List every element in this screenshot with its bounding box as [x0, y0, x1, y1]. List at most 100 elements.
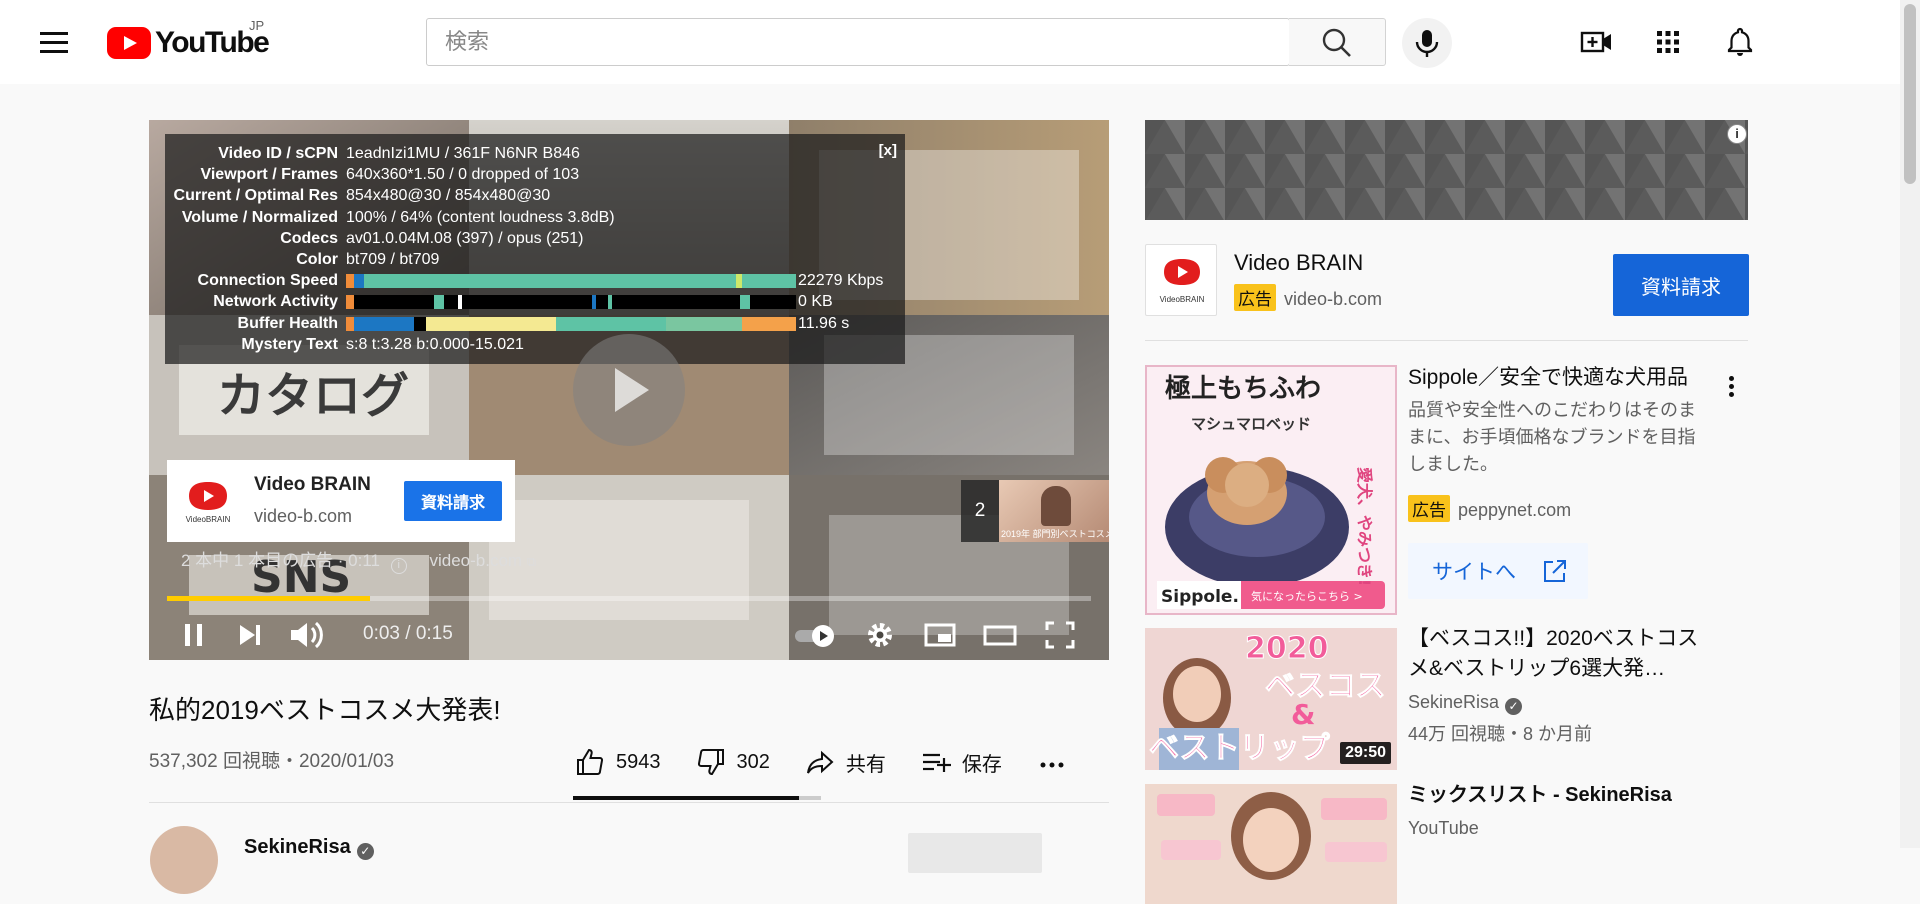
more-horizontal-icon: [1040, 762, 1064, 768]
promo-thumb-side: 愛犬、やみつき!: [1355, 467, 1374, 586]
time-display: 0:03 / 0:15: [363, 623, 453, 644]
stats-close-button[interactable]: [x]: [879, 142, 897, 159]
ad-advertiser-logo: VideoBRAIN: [173, 466, 243, 536]
stats-value: 22279 Kbps: [798, 272, 884, 290]
video-brain-logo-icon: [1164, 259, 1200, 285]
pause-button[interactable]: [175, 616, 213, 654]
youtube-play-icon: [107, 27, 151, 59]
recommended-video-title[interactable]: 【ベスコス!!】2020ベストコスメ&ベストリップ6選大発…: [1408, 624, 1713, 684]
miniplayer-button[interactable]: [921, 616, 959, 654]
youtube-logo[interactable]: YouTube JP: [107, 18, 270, 60]
autoplay-toggle[interactable]: [791, 616, 841, 654]
more-actions-button[interactable]: [1036, 746, 1078, 778]
stats-label: Connection Speed: [197, 272, 338, 290]
up-next-caption: 2019年 部門別ベストコスメ: [1001, 529, 1109, 539]
video-actions: 5943 302 共有 保存: [574, 738, 1112, 786]
stats-row: Mystery Text s:8 t:3.28 b:0.000-15.021: [165, 334, 905, 355]
next-button[interactable]: [231, 616, 269, 654]
stats-row: Viewport / Frames 640x360*1.50 / 0 droppe…: [165, 164, 905, 185]
banner-ad[interactable]: i: [1145, 120, 1748, 220]
stats-value: bt709 / bt709: [346, 250, 440, 268]
promoted-item[interactable]: 極上もちふわ マシュマロベッド 愛犬、やみつき! Sippole. 気になったら…: [1145, 365, 1748, 615]
ad-link[interactable]: video-b.com: [429, 551, 522, 570]
recommended-video[interactable]: 2020 ベスコス & ベストリップ 29:50 【ベスコス!!】2020ベスト…: [1145, 627, 1748, 770]
advertiser-domain: video-b.com: [1284, 289, 1383, 309]
search-input[interactable]: [427, 19, 1289, 65]
advertiser-domain-line: 広告 video-b.com: [1234, 284, 1382, 311]
up-next-count: 2: [961, 480, 999, 542]
ad-card-name: Video BRAIN: [254, 474, 371, 495]
notifications-button[interactable]: [1720, 22, 1760, 62]
stats-value: 0 KB: [798, 293, 833, 311]
ad-info-icon[interactable]: i: [1727, 124, 1747, 144]
channel-avatar[interactable]: [150, 826, 218, 894]
stats-label: Current / Optimal Res: [173, 187, 338, 205]
mix-thumbnail-art: [1145, 784, 1397, 904]
theater-mode-icon: [983, 625, 1017, 646]
thumb-text-year: 2020: [1245, 631, 1329, 666]
settings-button[interactable]: [861, 616, 899, 654]
mix-channel: YouTube: [1408, 818, 1479, 838]
visit-site-button[interactable]: サイトへ: [1408, 543, 1588, 599]
mix-title[interactable]: ミックスリスト - SekineRisa: [1408, 780, 1713, 810]
microphone-icon: [1415, 30, 1439, 57]
ad-overlay-card[interactable]: VideoBRAIN Video BRAIN video-b.com 資料請求: [167, 460, 515, 542]
create-video-button[interactable]: [1576, 22, 1616, 62]
video-brain-logo-icon: [189, 481, 227, 510]
add-to-playlist-icon: [922, 753, 951, 772]
channel-name[interactable]: SekineRisa ✓: [244, 836, 374, 860]
save-label: 保存: [961, 753, 1002, 776]
sidebar-ad-advertiser[interactable]: VideoBRAIN Video BRAIN 広告 video-b.com 資料請…: [1145, 244, 1749, 334]
external-link-icon: [1544, 560, 1566, 582]
stats-row: Video ID / sCPN 1eadnIzi1MU / 361F N6NR B…: [165, 143, 905, 164]
large-play-icon[interactable]: [573, 334, 685, 446]
advertiser-logo: VideoBRAIN: [1145, 244, 1217, 316]
scrollbar-thumb[interactable]: [1904, 4, 1916, 184]
search-box: [426, 18, 1290, 66]
thumb-text-ampersand: &: [1291, 698, 1315, 731]
external-link-icon: ⧉: [526, 554, 537, 569]
info-icon[interactable]: i: [390, 558, 407, 574]
ad-badge: 広告: [1408, 495, 1450, 522]
advertiser-name: Video BRAIN: [1234, 250, 1364, 275]
progress-bar[interactable]: [167, 596, 1091, 601]
promo-thumb-subtitle: マシュマロベッド: [1191, 415, 1311, 433]
miniplayer-icon: [924, 623, 956, 647]
volume-button[interactable]: [285, 616, 329, 654]
connection-speed-graph: [346, 274, 796, 289]
voice-search-button[interactable]: [1402, 18, 1452, 68]
video-thumbnail: 2020 ベスコス & ベストリップ 29:50: [1145, 628, 1397, 770]
apps-button[interactable]: [1648, 22, 1688, 62]
stats-row: Current / Optimal Res 854x480@30 / 854x48…: [165, 185, 905, 206]
menu-icon[interactable]: [36, 26, 72, 58]
video-player[interactable]: カタログ SNS [x] Video ID / sCPN 1eadnIzi1MU …: [149, 120, 1109, 660]
like-button[interactable]: 5943: [574, 746, 661, 778]
thumbs-down-icon: [697, 749, 724, 776]
subscribe-button[interactable]: [908, 833, 1042, 873]
promo-thumbnail: 極上もちふわ マシュマロベッド 愛犬、やみつき! Sippole. 気になったら…: [1145, 365, 1397, 615]
video-duration: 29:50: [1340, 742, 1391, 764]
up-next-ad-preview[interactable]: 2 2019年 部門別ベストコスメ: [961, 480, 1109, 542]
share-icon: [806, 750, 834, 774]
promo-more-menu-button[interactable]: [1725, 373, 1737, 401]
save-button[interactable]: 保存: [920, 746, 1002, 778]
theater-mode-button[interactable]: [981, 616, 1019, 654]
stats-row: Color bt709 / bt709: [165, 249, 905, 270]
sidebar-cta-button[interactable]: 資料請求: [1613, 254, 1749, 316]
page-scrollbar[interactable]: [1900, 0, 1920, 848]
ad-card-cta-button[interactable]: 資料請求: [404, 481, 502, 521]
recommended-mix[interactable]: ミックスリスト - SekineRisa YouTube: [1145, 784, 1748, 904]
search-button[interactable]: [1289, 18, 1386, 66]
recommended-video-meta: 44万 回視聴・8 か月前: [1408, 724, 1593, 744]
stats-row: Buffer Health 11.96 s: [165, 313, 905, 334]
fullscreen-button[interactable]: [1041, 616, 1079, 654]
promo-domain: peppynet.com: [1458, 500, 1572, 520]
mix-thumbnail: [1145, 784, 1397, 904]
thumbs-up-icon: [577, 748, 604, 775]
gear-icon: [868, 623, 892, 647]
promo-title[interactable]: Sippole／安全で快適な犬用品: [1408, 363, 1713, 393]
buffer-health-graph: [346, 316, 796, 331]
share-button[interactable]: 共有: [804, 746, 886, 778]
dislike-button[interactable]: 302: [695, 746, 770, 778]
verified-icon: ✓: [356, 843, 374, 860]
